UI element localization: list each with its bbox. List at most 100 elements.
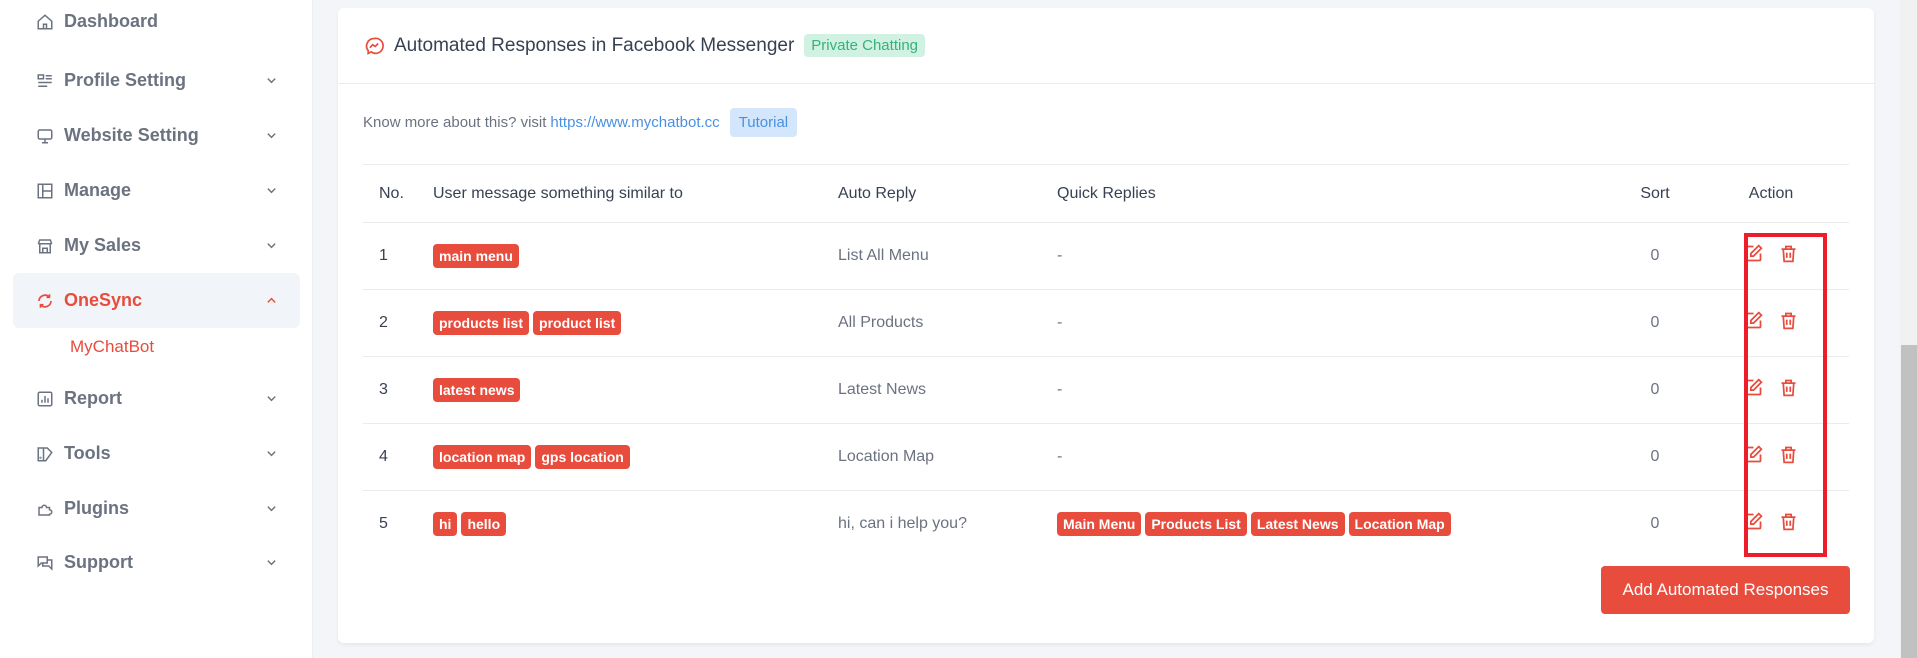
home-icon bbox=[36, 13, 54, 31]
cell-keywords: main menu bbox=[433, 222, 838, 290]
keyword-tag[interactable]: hi bbox=[433, 512, 458, 537]
keyword-tag[interactable]: location map bbox=[433, 445, 532, 469]
sidebar-item-label: OneSync bbox=[64, 290, 143, 310]
header-quick-replies: Quick Replies bbox=[1057, 164, 1617, 223]
header-no: No. bbox=[363, 164, 433, 223]
sidebar-item-onesync[interactable]: OneSync bbox=[13, 273, 300, 328]
sidebar-item-label: Plugins bbox=[64, 498, 130, 518]
table-row: 2 products list product list All Products… bbox=[363, 289, 1849, 357]
info-text: Know more about this? visit bbox=[363, 114, 547, 131]
sidebar-item-manage[interactable]: Manage bbox=[13, 163, 300, 218]
sidebar-item-support[interactable]: Support bbox=[13, 535, 300, 590]
cell-action bbox=[1693, 222, 1849, 290]
keyword-tag[interactable]: gps location bbox=[535, 445, 630, 469]
cell-quick-replies: - bbox=[1057, 423, 1617, 491]
cell-action bbox=[1693, 289, 1849, 357]
trash-icon[interactable] bbox=[1778, 377, 1799, 398]
chevron-down-icon bbox=[265, 240, 277, 252]
card-header: Automated Responses in Facebook Messenge… bbox=[338, 8, 1874, 84]
header-action: Action bbox=[1693, 164, 1849, 223]
trash-icon[interactable] bbox=[1778, 310, 1799, 331]
sidebar-item-profile-setting[interactable]: Profile Setting bbox=[13, 53, 300, 108]
cell-quick-replies: - bbox=[1057, 222, 1617, 290]
header-sort: Sort bbox=[1617, 164, 1693, 223]
store-icon bbox=[36, 237, 54, 255]
private-chatting-badge: Private Chatting bbox=[804, 34, 926, 57]
sidebar-item-label: Report bbox=[64, 388, 122, 408]
sidebar-item-label: Website Setting bbox=[64, 125, 199, 145]
edit-icon[interactable] bbox=[1743, 444, 1764, 465]
cell-sort: 0 bbox=[1617, 222, 1693, 290]
table-row: 4 location map gps location Location Map … bbox=[363, 423, 1849, 491]
sidebar-item-label: Support bbox=[64, 552, 133, 572]
monitor-icon bbox=[36, 127, 54, 145]
quick-replies-empty: - bbox=[1057, 381, 1063, 398]
quick-replies-empty: - bbox=[1057, 448, 1063, 465]
sidebar-item-tools[interactable]: Tools bbox=[13, 426, 300, 481]
keyword-tag[interactable]: main menu bbox=[433, 244, 519, 268]
cell-action bbox=[1693, 491, 1849, 558]
keyword-tag[interactable]: product list bbox=[533, 311, 622, 335]
table-row: 3 latest news Latest News - 0 bbox=[363, 356, 1849, 424]
cell-auto-reply: Location Map bbox=[838, 423, 1057, 491]
sidebar-item-my-sales[interactable]: My Sales bbox=[13, 218, 300, 273]
website-link[interactable]: https://www.mychatbot.cc bbox=[550, 114, 719, 131]
chart-icon bbox=[36, 390, 54, 408]
sync-icon bbox=[36, 292, 54, 310]
chevron-down-icon bbox=[265, 557, 277, 569]
keyword-tag[interactable]: latest news bbox=[433, 378, 521, 402]
tools-icon bbox=[36, 445, 54, 463]
page-title: Automated Responses in Facebook Messenge… bbox=[394, 34, 795, 56]
sidebar-item-plugins[interactable]: Plugins bbox=[13, 481, 300, 536]
table-row: 5 hi hello hi, can i help you? Main Menu P… bbox=[363, 491, 1849, 558]
cell-auto-reply: List All Menu bbox=[838, 222, 1057, 290]
sidebar-item-dashboard[interactable]: Dashboard bbox=[13, 0, 300, 49]
sidebar-item-label: Manage bbox=[64, 180, 132, 200]
quick-reply-tag[interactable]: Location Map bbox=[1348, 512, 1451, 537]
automated-responses-card: Automated Responses in Facebook Messenge… bbox=[338, 8, 1874, 643]
quick-reply-tag[interactable]: Products List bbox=[1145, 512, 1247, 537]
quick-reply-tag[interactable]: Main Menu bbox=[1057, 512, 1142, 537]
cell-no: 3 bbox=[363, 356, 433, 424]
trash-icon[interactable] bbox=[1778, 243, 1799, 264]
sidebar: Dashboard Profile Setting Website Settin… bbox=[0, 0, 313, 658]
cell-sort: 0 bbox=[1617, 356, 1693, 424]
sidebar-item-label: Profile Setting bbox=[64, 70, 187, 90]
cell-keywords: products list product list bbox=[433, 289, 838, 357]
header-auto-reply: Auto Reply bbox=[838, 164, 1057, 223]
cell-no: 5 bbox=[379, 515, 388, 533]
cell-sort: 0 bbox=[1617, 289, 1693, 357]
cell-quick-replies: Main Menu Products List Latest News Locatio… bbox=[1057, 491, 1617, 558]
edit-icon[interactable] bbox=[1743, 377, 1764, 398]
messenger-icon bbox=[364, 36, 384, 56]
edit-icon[interactable] bbox=[1743, 310, 1764, 331]
trash-icon[interactable] bbox=[1778, 444, 1799, 465]
edit-icon[interactable] bbox=[1743, 243, 1764, 264]
keyword-tag[interactable]: hello bbox=[461, 512, 507, 537]
responses-table: No. User message something similar to Au… bbox=[363, 164, 1849, 558]
chevron-down-icon bbox=[265, 75, 277, 87]
keyword-tag[interactable]: products list bbox=[433, 311, 530, 335]
cell-action bbox=[1693, 423, 1849, 491]
edit-icon[interactable] bbox=[1743, 511, 1764, 532]
cell-quick-replies: - bbox=[1057, 289, 1617, 357]
tutorial-button[interactable]: Tutorial bbox=[729, 108, 798, 137]
sidebar-item-website-setting[interactable]: Website Setting bbox=[13, 108, 300, 163]
cell-no: 4 bbox=[363, 423, 433, 491]
scrollbar-thumb[interactable] bbox=[1901, 345, 1917, 658]
sidebar-item-label: My Sales bbox=[64, 235, 142, 255]
add-automated-responses-button[interactable]: Add Automated Responses bbox=[1601, 566, 1850, 614]
chevron-down-icon bbox=[265, 503, 277, 515]
cell-no: 2 bbox=[363, 289, 433, 357]
chevron-down-icon bbox=[265, 393, 277, 405]
trash-icon[interactable] bbox=[1778, 511, 1799, 532]
chevron-down-icon bbox=[265, 448, 277, 460]
cell-no: 1 bbox=[363, 222, 433, 290]
profile-list-icon bbox=[36, 72, 54, 90]
quick-replies-empty: - bbox=[1057, 247, 1063, 264]
cell-action bbox=[1693, 356, 1849, 424]
sidebar-item-report[interactable]: Report bbox=[13, 371, 300, 426]
sidebar-subitem-mychatbot[interactable]: MyChatBot bbox=[70, 337, 154, 357]
quick-reply-tag[interactable]: Latest News bbox=[1250, 512, 1345, 537]
cell-quick-replies: - bbox=[1057, 356, 1617, 424]
